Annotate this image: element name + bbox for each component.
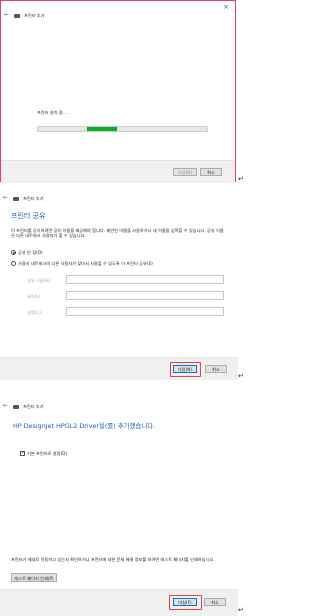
- next-button[interactable]: 다음(N): [173, 168, 197, 176]
- cancel-button[interactable]: 취소: [200, 168, 222, 176]
- location-label: 위치(L):: [27, 294, 42, 299]
- page-heading: 프린터 공유: [11, 212, 46, 220]
- finish-footer: 마침(F) 취소: [0, 589, 238, 616]
- dialog-header-title: 프린터 추가: [23, 404, 44, 409]
- finish-button[interactable]: 마침(F): [173, 598, 197, 606]
- page-heading: HP DesignJet HPGL2 Driver을(를) 추가했습니다.: [13, 422, 156, 430]
- install-status-text: 프린터 설치 중...: [37, 110, 67, 115]
- printer-icon: [13, 405, 19, 409]
- return-arrow-icon: ↵: [238, 606, 244, 614]
- cancel-button[interactable]: 취소: [205, 365, 227, 373]
- install-dialog: × ← 프린터 추가 프린터 설치 중... 다음(N) 취소: [0, 0, 236, 183]
- default-printer-checkbox[interactable]: [20, 450, 25, 456]
- install-footer: 다음(N) 취소: [1, 160, 235, 183]
- share-name-input[interactable]: [66, 275, 224, 284]
- radio-no-share-label: 공유 안 함(O): [18, 250, 43, 255]
- printer-icon: [14, 14, 20, 18]
- install-progress-bar: [37, 126, 208, 132]
- finish-dialog: ← 프린터 추가 HP DesignJet HPGL2 Driver을(를) 추…: [0, 387, 238, 616]
- next-button[interactable]: 다음(N): [173, 365, 197, 373]
- share-dialog: ← 프린터 추가 프린터 공유 이 프린터를 공유하려면 공유 이름을 제공해야…: [0, 190, 238, 380]
- default-printer-label: 기본 프린터로 설정(D): [27, 451, 67, 456]
- radio-share[interactable]: [11, 261, 16, 266]
- radio-no-share[interactable]: [11, 250, 16, 255]
- return-arrow-icon: ↵: [238, 372, 244, 380]
- print-test-page-button[interactable]: 테스트 페이지 인쇄(P): [11, 573, 57, 582]
- printer-icon: [13, 197, 19, 201]
- dialog-header-title: 프린터 추가: [24, 13, 45, 18]
- cancel-button[interactable]: 취소: [204, 598, 226, 606]
- share-description: 이 프린터를 공유하려면 공유 이름을 제공해야 합니다. 제안된 이름을 사용…: [11, 228, 224, 239]
- close-icon[interactable]: ×: [223, 3, 229, 11]
- comment-label: 설명(C):: [27, 310, 43, 315]
- back-arrow-icon[interactable]: ←: [4, 11, 9, 18]
- share-name-label: 공유 이름(H):: [27, 278, 52, 283]
- back-arrow-icon[interactable]: ←: [3, 194, 8, 201]
- share-footer: 다음(N) 취소: [0, 357, 238, 380]
- dialog-header-title: 프린터 추가: [23, 196, 44, 201]
- comment-input[interactable]: [66, 307, 224, 316]
- radio-share-label: 사용자 네트워크의 다른 사용자가 찾아서 사용할 수 있도록 이 프린터 공유…: [18, 261, 153, 266]
- location-input[interactable]: [66, 291, 224, 300]
- install-progress-fill: [87, 127, 118, 131]
- test-page-description: 프린터가 제대로 작동하고 있는지 확인하거나 프린터에 대한 문제 해결 정보…: [11, 557, 215, 562]
- back-arrow-icon[interactable]: ←: [3, 402, 8, 409]
- return-arrow-icon: ↵: [238, 175, 244, 183]
